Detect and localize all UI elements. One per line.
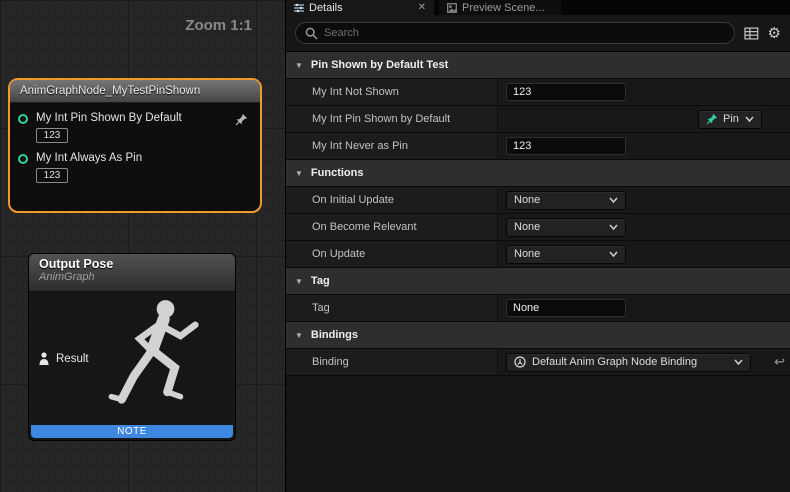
details-panel: Details ✕ Preview Scene... ⚙ — [285, 0, 790, 492]
property-value-cell: None — [498, 241, 790, 267]
my-int-not-shown-input[interactable]: 123 — [506, 83, 626, 101]
property-value-cell: None — [498, 187, 790, 213]
chevron-down-icon — [734, 356, 743, 368]
property-label: My Int Not Shown — [286, 79, 498, 105]
property-value-cell: None — [498, 295, 790, 321]
tag-input[interactable]: None — [506, 299, 626, 317]
property-label: Binding — [286, 349, 498, 375]
chevron-down-icon[interactable]: ▼ — [295, 331, 303, 340]
node-body: Result NOTE — [29, 292, 235, 440]
details-tab-icon — [294, 3, 304, 13]
gear-icon[interactable]: ⚙ — [768, 26, 781, 41]
property-row: On Become Relevant None — [286, 214, 790, 241]
property-value-cell: Pin — [498, 106, 790, 132]
chevron-down-icon[interactable]: ▼ — [295, 61, 303, 70]
section-header-tag[interactable]: ▼ Tag — [286, 268, 790, 295]
binding-dropdown[interactable]: Default Anim Graph Node Binding — [506, 353, 751, 372]
tab-bar: Details ✕ Preview Scene... — [286, 0, 790, 15]
result-pin-label: Result — [56, 353, 89, 365]
tab-details[interactable]: Details ✕ — [286, 0, 434, 15]
dropdown-value: Pin — [723, 113, 739, 125]
chevron-down-icon[interactable]: ▼ — [295, 277, 303, 286]
display-filter-icon[interactable] — [744, 27, 759, 40]
property-label: On Initial Update — [286, 187, 498, 213]
chevron-down-icon — [609, 194, 618, 206]
pin-icon — [706, 113, 718, 125]
tab-label: Details — [309, 2, 343, 14]
chevron-down-icon — [609, 221, 618, 233]
dropdown-value: None — [514, 194, 540, 206]
result-pin-row[interactable]: Result — [38, 352, 89, 366]
property-row: My Int Pin Shown by Default Pin — [286, 106, 790, 133]
section-title: Bindings — [311, 329, 358, 341]
node-pin-row: My Int Pin Shown By Default 123 — [10, 103, 260, 143]
revert-arrow-icon[interactable]: ↩ — [774, 354, 785, 370]
property-row: Tag None — [286, 295, 790, 322]
node-title: Output Pose — [39, 257, 225, 271]
property-label: My Int Pin Shown by Default — [286, 106, 498, 132]
section-title: Functions — [311, 167, 364, 179]
property-value-cell: 123 — [498, 79, 790, 105]
property-value-cell: None — [498, 214, 790, 240]
output-pose-node[interactable]: Output Pose AnimGraph — [28, 253, 236, 441]
note-badge[interactable]: NOTE — [31, 425, 233, 438]
section-header-pin-shown[interactable]: ▼ Pin Shown by Default Test — [286, 52, 790, 79]
pin-label: My Int Always As Pin — [36, 152, 142, 164]
node-subtitle: AnimGraph — [39, 271, 225, 283]
tab-preview-scene[interactable]: Preview Scene... — [439, 0, 561, 15]
dropdown-value: None — [514, 248, 540, 260]
anim-graph-node[interactable]: AnimGraphNode_MyTestPinShown My Int Pin … — [8, 78, 262, 213]
chevron-down-icon — [609, 248, 618, 260]
property-label: Tag — [286, 295, 498, 321]
node-pin-row: My Int Always As Pin 123 — [10, 143, 260, 183]
my-int-never-as-pin-input[interactable]: 123 — [506, 137, 626, 155]
node-header[interactable]: Output Pose AnimGraph — [29, 254, 235, 292]
pin-toggle-icon[interactable] — [235, 113, 248, 131]
search-icon — [305, 27, 318, 40]
zoom-level-label: Zoom 1:1 — [185, 17, 252, 34]
search-input[interactable] — [324, 27, 725, 39]
binding-icon — [514, 356, 526, 368]
property-row: My Int Not Shown 123 — [286, 79, 790, 106]
property-row: On Initial Update None — [286, 187, 790, 214]
property-value-cell: 123 — [498, 133, 790, 159]
section-header-functions[interactable]: ▼ Functions — [286, 160, 790, 187]
chevron-down-icon[interactable]: ▼ — [295, 169, 303, 178]
property-label: On Become Relevant — [286, 214, 498, 240]
property-value-cell: Default Anim Graph Node Binding ↩ — [498, 349, 790, 375]
person-icon — [38, 352, 50, 366]
section-header-bindings[interactable]: ▼ Bindings — [286, 322, 790, 349]
pin-label: My Int Pin Shown By Default — [36, 112, 182, 124]
on-update-dropdown[interactable]: None — [506, 245, 626, 264]
section-title: Tag — [311, 275, 330, 287]
close-icon[interactable]: ✕ — [418, 2, 426, 13]
tab-label: Preview Scene... — [462, 2, 545, 14]
on-become-relevant-dropdown[interactable]: None — [506, 218, 626, 237]
chevron-down-icon — [745, 113, 754, 125]
property-row: My Int Never as Pin 123 — [286, 133, 790, 160]
exec-pin-icon[interactable] — [18, 154, 28, 164]
property-label: On Update — [286, 241, 498, 267]
property-row: On Update None — [286, 241, 790, 268]
pin-value-input[interactable]: 123 — [36, 128, 68, 143]
on-initial-update-dropdown[interactable]: None — [506, 191, 626, 210]
search-toolbar: ⚙ — [286, 15, 790, 52]
graph-editor-canvas[interactable]: Zoom 1:1 AnimGraphNode_MyTestPinShown My… — [0, 0, 285, 492]
exec-pin-icon[interactable] — [18, 114, 28, 124]
preview-scene-tab-icon — [447, 3, 457, 13]
mannequin-image — [83, 294, 235, 434]
dropdown-value: Default Anim Graph Node Binding — [532, 356, 697, 368]
property-row: Binding Default Anim Graph Node Binding … — [286, 349, 790, 376]
property-label: My Int Never as Pin — [286, 133, 498, 159]
section-title: Pin Shown by Default Test — [311, 59, 448, 71]
pin-visibility-dropdown[interactable]: Pin — [698, 110, 762, 129]
node-title[interactable]: AnimGraphNode_MyTestPinShown — [10, 80, 260, 103]
search-box[interactable] — [295, 22, 735, 44]
dropdown-value: None — [514, 221, 540, 233]
pin-value-input[interactable]: 123 — [36, 168, 68, 183]
